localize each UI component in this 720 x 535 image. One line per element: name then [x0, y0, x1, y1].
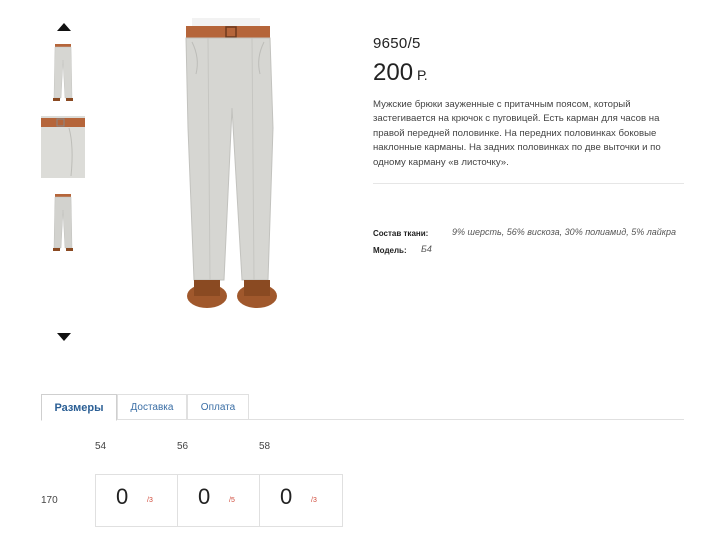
tab-payment[interactable]: Оплата — [187, 394, 249, 420]
product-price: 200 Р. — [373, 59, 428, 87]
cell-quantity: 0 — [280, 484, 293, 509]
product-sku: 9650/5 — [373, 35, 421, 52]
product-description: Мужские брюки зауженные с притачным пояс… — [373, 99, 661, 168]
attr-fabric-label: Состав ткани: — [373, 229, 429, 238]
gallery-down-arrow-icon[interactable] — [57, 333, 71, 341]
size-cell-54[interactable]: 0 /3 — [96, 475, 178, 526]
gallery-up-arrow-icon[interactable] — [57, 23, 71, 31]
size-cell-56[interactable]: 0 /5 — [178, 475, 260, 526]
trousers-back-thumb-icon — [53, 194, 73, 251]
size-quantity-row: 0 /3 0 /5 0 /3 — [95, 474, 343, 527]
size-header-58: 58 — [259, 441, 271, 452]
cell-quantity: 0 — [198, 484, 211, 509]
tab-delivery[interactable]: Доставка — [117, 394, 187, 420]
cell-stock: /3 — [147, 497, 153, 504]
thumbnail-waist[interactable] — [41, 116, 85, 178]
price-value: 200 — [373, 59, 414, 86]
tab-sizes[interactable]: Размеры — [41, 394, 117, 421]
trousers-front-thumb-icon — [53, 44, 73, 101]
trousers-main-icon — [185, 18, 277, 308]
cell-quantity: 0 — [116, 484, 129, 509]
size-header-54: 54 — [95, 441, 107, 452]
cell-stock: /5 — [229, 497, 235, 504]
thumbnail-back[interactable] — [41, 192, 85, 254]
attr-model-value: Б4 — [421, 244, 432, 254]
trousers-waist-thumb-icon — [41, 116, 85, 178]
size-header-56: 56 — [177, 441, 189, 452]
thumbnail-front[interactable] — [41, 40, 85, 102]
height-label: 170 — [41, 495, 58, 506]
info-divider — [373, 183, 684, 184]
main-product-image — [152, 18, 312, 320]
attr-fabric-value: 9% шерсть, 56% вискоза, 30% полиамид, 5%… — [452, 227, 677, 237]
cell-stock: /3 — [311, 497, 317, 504]
attr-model-label: Модель: — [373, 246, 407, 255]
price-currency: Р. — [417, 67, 428, 83]
size-cell-58[interactable]: 0 /3 — [260, 475, 342, 526]
